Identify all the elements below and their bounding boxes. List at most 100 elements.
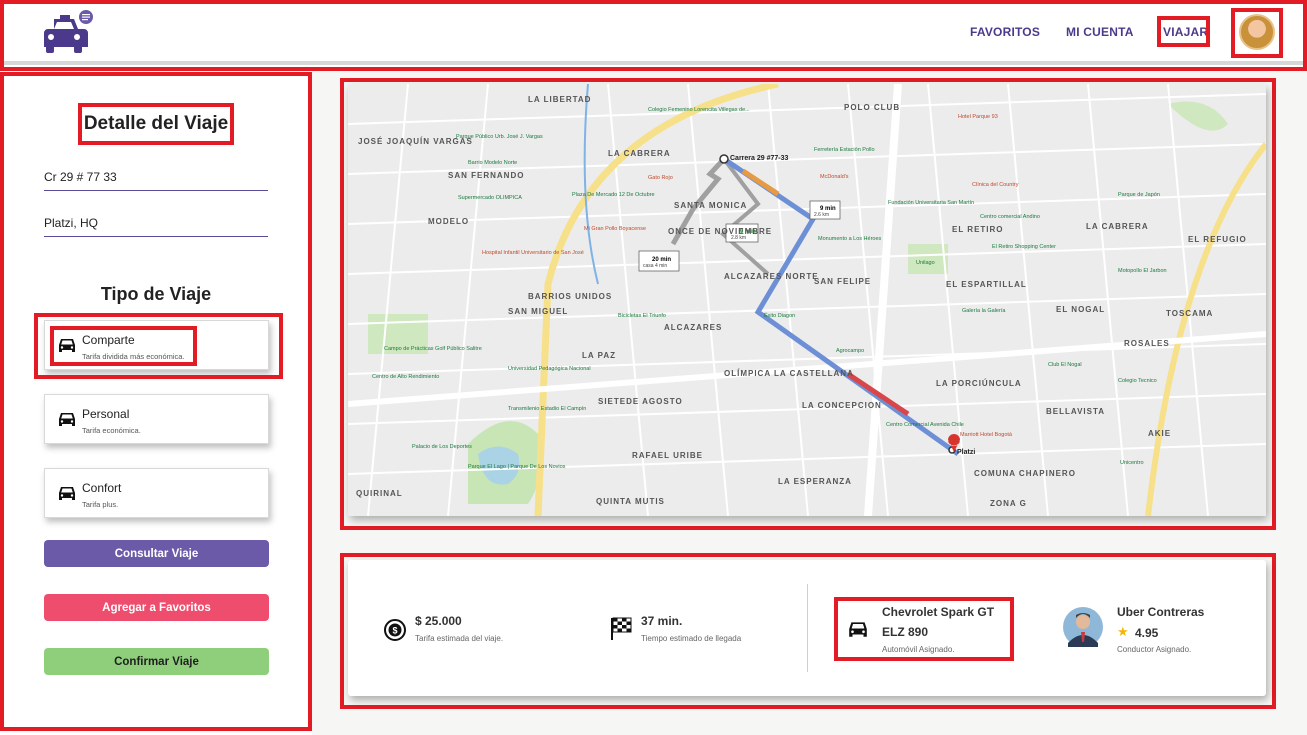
map-label: POLO CLUB — [844, 103, 900, 112]
trip-type-desc: Tarifa plus. — [82, 500, 119, 509]
map-place: Hotel Parque 93 — [958, 114, 998, 120]
trip-type-desc: Tarifa económica. — [82, 426, 141, 435]
trip-type-confort[interactable]: Confort Tarifa plus. — [44, 468, 269, 518]
map-place: Colegio Tecnico — [1118, 378, 1157, 384]
map-label: SANTA MONICA — [674, 201, 747, 210]
map-place: Transmilenio Estadio El Campín — [508, 406, 586, 412]
highlight-avatar — [1231, 8, 1283, 58]
map-label: ROSALES — [1124, 339, 1170, 348]
map-place: Centro de Alto Rendimiento — [372, 374, 439, 380]
map-destination-label: Platzi — [957, 449, 975, 456]
map-place: Unicentro — [1120, 460, 1144, 466]
route-badge[interactable]: 9 min 2.6 km — [809, 200, 841, 220]
trip-type-title: Tipo de Viaje — [100, 284, 212, 304]
map-place: Parque Público Urb. José J. Vargas — [456, 134, 543, 140]
highlight-car — [834, 597, 1014, 661]
map-place: Palacio de Los Deportes — [412, 444, 472, 450]
map-label: LA LIBERTAD — [528, 95, 591, 104]
map-label: SAN FELIPE — [814, 277, 871, 286]
map-place: Parque de Japón — [1118, 192, 1160, 198]
dollar-coin-icon: $ — [384, 619, 406, 641]
car-icon — [59, 487, 75, 500]
eta-label: Tiempo estimado de llegada — [641, 634, 742, 643]
map-place: Plaza De Mercado 12 De Octubre — [572, 192, 655, 198]
map-label: COMUNA CHAPINERO — [974, 469, 1076, 478]
eta-value: 37 min. — [641, 614, 683, 628]
map-place: McDonald's — [820, 174, 849, 180]
map-label: SIETEDE AGOSTO — [598, 397, 683, 406]
map-place: Universidad Pedagógica Nacional — [508, 366, 591, 372]
map-label: ZONA G — [990, 499, 1027, 508]
driver-name: Uber Contreras — [1117, 605, 1205, 619]
map-label: ALCAZARES — [664, 323, 722, 332]
map-label: EL RETIRO — [952, 225, 1004, 234]
trip-info-card: $ $ 25.000 Tarifa estimada del viaje. 37… — [348, 560, 1266, 696]
map-place: Hospital Infantil Universitario de San J… — [482, 250, 584, 256]
map-label: EL REFUGIO — [1188, 235, 1247, 244]
map-label: LA PORCIÚNCULA — [936, 379, 1022, 388]
map-place: Barrio Modelo Norte — [468, 160, 517, 166]
agregar-favoritos-button[interactable]: Agregar a Favoritos — [44, 594, 269, 621]
map-place: Supermercado OLIMPICA — [458, 195, 522, 201]
map-place: Marriott Hotel Bogotá — [960, 432, 1013, 438]
map-canvas[interactable]: Carrera 29 #77-33 Platzi 9 min 2.6 km 9 … — [348, 84, 1266, 516]
map-place: Bicicletas El Triunfo — [618, 313, 666, 319]
map-label: LA CABRERA — [1086, 222, 1149, 231]
consultar-viaje-button[interactable]: Consultar Viaje — [44, 540, 269, 567]
driver-avatar[interactable] — [1062, 606, 1104, 648]
map-label: OLÍMPICA LA CASTELLANA — [724, 369, 854, 378]
map-label: LA ESPERANZA — [778, 477, 852, 486]
map-label: ONCE DE NOVIEMBRE — [668, 227, 772, 236]
map-place: Fundación Universitaria San Martín — [888, 200, 974, 206]
origin-field[interactable]: Cr 29 # 77 33 — [44, 170, 268, 191]
highlight-title — [78, 103, 234, 145]
map-label: SAN MIGUEL — [508, 307, 568, 316]
highlight-card-inner — [50, 326, 197, 366]
map-place: Monumento a Los Héroes — [818, 236, 882, 242]
map-place: El Retiro Shopping Center — [992, 244, 1056, 250]
fare-label: Tarifa estimada del viaje. — [415, 634, 504, 643]
map-label: EL NOGAL — [1056, 305, 1105, 314]
map-place: Galería la Galería — [962, 308, 1006, 314]
map-place: Club El Nogal — [1048, 362, 1082, 368]
map-place: Campo de Prácticas Golf Público Salitre — [384, 346, 482, 352]
map-label: SAN FERNANDO — [448, 171, 524, 180]
map-label: ALCAZARES NORTE — [724, 272, 819, 281]
confirmar-viaje-button[interactable]: Confirmar Viaje — [44, 648, 269, 675]
map-label: QUIRINAL — [356, 489, 403, 498]
map-place: Gato Rojo — [648, 175, 673, 181]
car-icon — [59, 413, 75, 426]
info-divider — [807, 584, 808, 672]
map-place: Parque El Lago | Parque De Los Novios — [468, 464, 566, 470]
svg-text:casa 4 min: casa 4 min — [643, 263, 667, 269]
trip-type-name: Confort — [82, 481, 122, 495]
checkered-flag-icon — [611, 617, 632, 640]
highlight-header — [0, 0, 1307, 71]
map-place: Clínica del Country — [972, 182, 1019, 188]
svg-text:$: $ — [392, 626, 397, 636]
route-badge[interactable]: 20 min casa 4 min — [638, 250, 680, 272]
map-place: Centro Comercial Avenida Chile — [886, 422, 964, 428]
map-label: QUINTA MUTIS — [596, 497, 665, 506]
map-place: Motopollo El Jarbon — [1118, 268, 1167, 274]
map-label: LA PAZ — [582, 351, 616, 360]
trip-type-name: Personal — [82, 407, 130, 421]
destination-field[interactable]: Platzi, HQ — [44, 216, 268, 237]
route-map[interactable]: Carrera 29 #77-33 Platzi 9 min 2.6 km 9 … — [348, 84, 1266, 516]
driver-label: Conductor Asignado. — [1117, 645, 1192, 654]
map-place: Éxito Diagon — [764, 312, 795, 319]
star-icon: ★ — [1117, 624, 1129, 639]
map-place: Mi Gran Pollo Boyacense — [584, 226, 646, 232]
trip-type-personal[interactable]: Personal Tarifa económica. — [44, 394, 269, 444]
highlight-viajar — [1157, 16, 1210, 47]
map-label: MODELO — [428, 217, 469, 226]
map-label: TOSCAMA — [1166, 309, 1213, 318]
map-label: BARRIOS UNIDOS — [528, 292, 612, 301]
map-place: Colegio Femenino Lorencita Villegas de..… — [648, 107, 750, 113]
map-label: LA CONCEPCION — [802, 401, 882, 410]
driver-rating: 4.95 — [1135, 626, 1159, 640]
map-label: EL ESPARTILLAL — [946, 280, 1027, 289]
svg-text:2.6 km: 2.6 km — [814, 212, 829, 218]
fare-value: $ 25.000 — [415, 614, 462, 628]
map-place: Centro comercial Andino — [980, 214, 1040, 220]
